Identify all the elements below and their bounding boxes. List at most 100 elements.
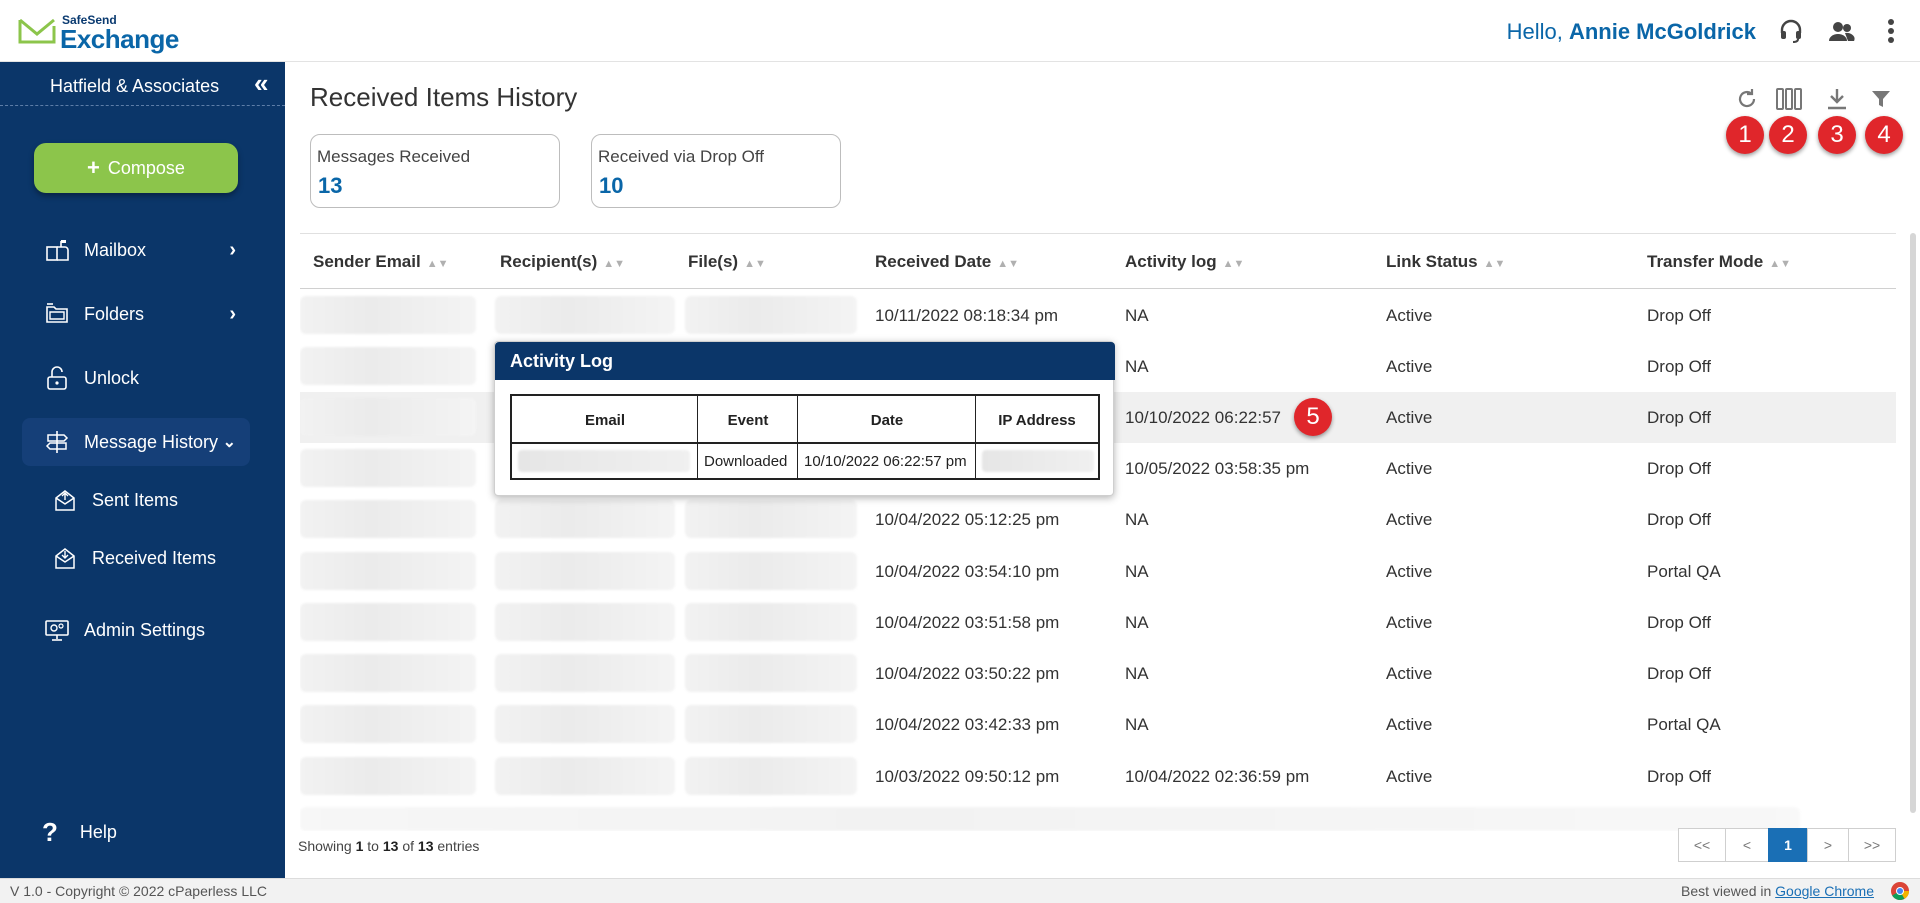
link-status-cell: Active bbox=[1386, 562, 1433, 581]
received-items-icon bbox=[52, 545, 78, 571]
stat-card-drop-off[interactable]: Received via Drop Off 10 bbox=[591, 134, 841, 208]
cut-off-row bbox=[300, 807, 1800, 831]
transfer-mode-cell: Drop Off bbox=[1647, 459, 1711, 478]
chrome-link[interactable]: Google Chrome bbox=[1775, 883, 1874, 899]
activity-log-cell[interactable]: NA bbox=[1125, 357, 1149, 377]
redacted-recipient bbox=[495, 296, 675, 334]
pager-next-button[interactable]: > bbox=[1807, 828, 1849, 862]
redacted-file bbox=[685, 296, 857, 334]
sidebar-item-label: Folders bbox=[84, 303, 145, 324]
activity-log-cell[interactable]: NA bbox=[1125, 715, 1149, 735]
sidebar-item-message-history[interactable]: Message History ⌄ bbox=[22, 418, 250, 466]
users-icon[interactable] bbox=[1826, 16, 1856, 46]
sidebar-item-label: Mailbox bbox=[84, 239, 147, 260]
pager-last-button[interactable]: >> bbox=[1848, 828, 1896, 862]
received-date-cell: 10/04/2022 05:12:25 pm bbox=[875, 510, 1060, 529]
activity-log-cell[interactable]: NA bbox=[1125, 562, 1149, 582]
activity-log-cell[interactable]: 10/04/2022 02:36:59 pm bbox=[1125, 767, 1309, 787]
redacted-file bbox=[685, 654, 857, 692]
stat-card-messages-received[interactable]: Messages Received 13 bbox=[310, 134, 560, 208]
unlock-icon bbox=[42, 363, 72, 393]
sidebar-item-unlock[interactable]: Unlock bbox=[22, 354, 250, 402]
transfer-mode-cell: Portal QA bbox=[1647, 715, 1721, 734]
headset-icon[interactable] bbox=[1776, 16, 1806, 46]
redacted-file bbox=[685, 705, 857, 743]
safesend-logo[interactable]: SafeSend Exchange bbox=[18, 12, 188, 54]
transfer-mode-cell: Drop Off bbox=[1647, 357, 1711, 376]
table-row[interactable]: 10/04/2022 03:54:10 pm NA Active Portal … bbox=[300, 546, 1896, 597]
table-row[interactable]: 10/04/2022 03:42:33 pm NA Active Portal … bbox=[300, 699, 1896, 750]
sort-icon: ▲▼ bbox=[603, 258, 626, 270]
sort-icon: ▲▼ bbox=[997, 258, 1020, 270]
activity-log-cell[interactable]: NA bbox=[1125, 664, 1149, 684]
refresh-icon[interactable] bbox=[1732, 84, 1762, 114]
table-row[interactable]: 10/11/2022 08:18:34 pm NA Active Drop Of… bbox=[300, 290, 1896, 341]
column-header-recipients[interactable]: Recipient(s) ▲▼ bbox=[500, 252, 625, 272]
kebab-menu-icon[interactable] bbox=[1876, 16, 1906, 46]
redacted-sender bbox=[300, 757, 476, 795]
mailbox-icon bbox=[42, 235, 72, 265]
sort-icon: ▲▼ bbox=[744, 258, 766, 270]
sidebar-item-label: Admin Settings bbox=[84, 619, 206, 640]
table-row-partial[interactable] bbox=[300, 803, 1896, 831]
transfer-mode-cell: Drop Off bbox=[1647, 613, 1711, 632]
table-row[interactable]: 10/03/2022 09:50:12 pm 10/04/2022 02:36:… bbox=[300, 751, 1896, 802]
redacted-sender bbox=[300, 603, 476, 641]
pager-page-1-button[interactable]: 1 bbox=[1768, 828, 1808, 862]
annotation-marker: 4 bbox=[1865, 116, 1903, 154]
entries-summary: Showing 1 to 13 of 13 entries bbox=[298, 838, 480, 854]
column-header-transfer-mode[interactable]: Transfer Mode ▲▼ bbox=[1647, 252, 1791, 272]
sidebar-subitem-received-items[interactable]: Received Items bbox=[52, 538, 216, 578]
compose-button[interactable]: + Compose bbox=[34, 143, 238, 193]
column-header-activity-log[interactable]: Activity log ▲▼ bbox=[1125, 252, 1244, 272]
annotation-marker: 3 bbox=[1818, 116, 1856, 154]
redacted-activity-email bbox=[518, 450, 690, 472]
sidebar-subitem-sent-items[interactable]: Sent Items bbox=[52, 480, 178, 520]
columns-icon[interactable] bbox=[1774, 84, 1804, 114]
pager-first-button[interactable]: << bbox=[1678, 828, 1726, 862]
popover-header: Activity Log bbox=[495, 342, 1115, 380]
sort-icon: ▲▼ bbox=[426, 258, 449, 270]
sidebar-subitem-label: Sent Items bbox=[92, 489, 179, 510]
received-date-cell: 10/03/2022 09:50:12 pm bbox=[875, 767, 1060, 786]
message-history-icon bbox=[42, 427, 72, 457]
stat-value: 10 bbox=[599, 173, 624, 198]
download-icon[interactable] bbox=[1822, 84, 1852, 114]
column-header-files[interactable]: File(s) ▲▼ bbox=[688, 252, 766, 272]
activity-log-popover: Activity Log Email Event Date IP Address… bbox=[494, 341, 1115, 496]
greeting-prefix: Hello, bbox=[1506, 19, 1569, 44]
activity-log-cell[interactable]: NA bbox=[1125, 306, 1149, 326]
table-row[interactable]: 10/04/2022 03:50:22 pm NA Active Drop Of… bbox=[300, 648, 1896, 699]
sidebar-item-folders[interactable]: Folders › bbox=[22, 290, 250, 338]
received-date-cell: 10/04/2022 03:54:10 pm bbox=[875, 562, 1060, 581]
copyright-text: V 1.0 - Copyright © 2022 cPaperless LLC bbox=[10, 883, 268, 899]
firm-selector[interactable]: Hatfield & Associates « bbox=[0, 62, 285, 106]
activity-log-cell[interactable]: NA bbox=[1125, 613, 1149, 633]
redacted-sender bbox=[300, 705, 476, 743]
column-header-received-date[interactable]: Received Date ▲▼ bbox=[875, 252, 1019, 272]
table-row[interactable]: 10/04/2022 05:12:25 pm NA Active Drop Of… bbox=[300, 494, 1896, 545]
vertical-scrollbar[interactable] bbox=[1910, 233, 1916, 813]
redacted-sender bbox=[300, 654, 476, 692]
column-header-sender-email[interactable]: Sender Email ▲▼ bbox=[313, 252, 449, 272]
chevron-down-icon: ⌄ bbox=[222, 434, 236, 451]
activity-log-cell[interactable]: NA bbox=[1125, 510, 1149, 530]
filter-icon[interactable] bbox=[1866, 84, 1896, 114]
user-name: Annie McGoldrick bbox=[1568, 19, 1756, 44]
activity-log-cell[interactable]: 10/05/2022 03:58:35 pm bbox=[1125, 459, 1309, 479]
activity-header-email: Email bbox=[584, 412, 626, 429]
pager-prev-button[interactable]: < bbox=[1725, 828, 1769, 862]
sort-icon: ▲▼ bbox=[1769, 258, 1791, 270]
link-status-cell: Active bbox=[1386, 306, 1433, 325]
column-header-link-status[interactable]: Link Status ▲▼ bbox=[1386, 252, 1505, 272]
activity-log-cell[interactable]: 10/10/2022 06:22:57 bbox=[1125, 408, 1281, 428]
collapse-sidebar-icon[interactable]: « bbox=[254, 70, 268, 96]
transfer-mode-cell: Drop Off bbox=[1647, 510, 1711, 529]
table-row[interactable]: 10/04/2022 03:51:58 pm NA Active Drop Of… bbox=[300, 597, 1896, 648]
link-status-cell: Active bbox=[1386, 357, 1433, 376]
help-link[interactable]: ? Help bbox=[42, 817, 117, 848]
sidebar-item-admin-settings[interactable]: Admin Settings bbox=[22, 606, 250, 654]
activity-header-event: Event bbox=[727, 412, 769, 429]
received-items-table: Sender Email ▲▼ Recipient(s) ▲▼ File(s) ▲▼ … bbox=[300, 233, 1896, 831]
sidebar-item-mailbox[interactable]: Mailbox › bbox=[22, 226, 250, 274]
